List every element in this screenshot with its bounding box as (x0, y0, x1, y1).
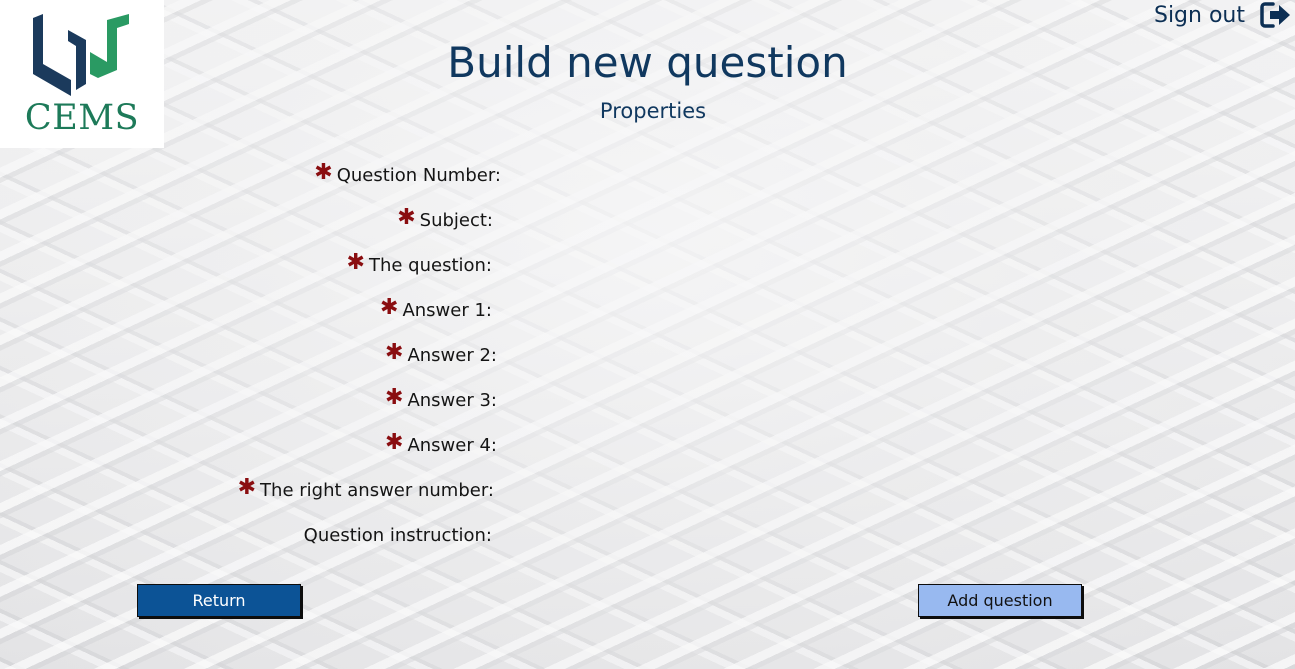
field-label: Answer 1: (402, 299, 492, 321)
field-answer-1: ✱ Answer 1: (380, 296, 492, 324)
page-title: Build new question (447, 38, 848, 87)
field-question-instruction: Question instruction: (304, 521, 492, 549)
required-icon: ✱ (346, 250, 365, 275)
add-question-button[interactable]: Add question (918, 584, 1082, 617)
field-label: Subject: (419, 209, 493, 231)
required-icon: ✱ (397, 205, 416, 230)
field-answer-4: ✱ Answer 4: (385, 431, 497, 459)
field-subject: ✱ Subject: (397, 206, 493, 234)
field-the-question: ✱ The question: (347, 251, 492, 279)
field-label: The question: (368, 254, 492, 276)
required-icon: ✱ (385, 385, 404, 410)
sign-out-button[interactable]: Sign out (1154, 0, 1293, 30)
field-label: The right answer number: (260, 479, 494, 501)
field-label: Answer 3: (407, 389, 497, 411)
field-label: Question Number: (336, 164, 501, 186)
required-icon: ✱ (380, 295, 399, 320)
field-label: Answer 4: (407, 434, 497, 456)
field-label: Answer 2: (407, 344, 497, 366)
required-icon: ✱ (314, 160, 333, 185)
sign-out-label: Sign out (1153, 2, 1245, 28)
sign-out-icon (1260, 2, 1290, 28)
required-icon: ✱ (385, 430, 404, 455)
required-icon: ✱ (385, 340, 404, 365)
field-answer-2: ✱ Answer 2: (385, 341, 497, 369)
field-question-number: ✱ Question Number: (314, 161, 501, 189)
required-icon: ✱ (237, 475, 257, 500)
return-button[interactable]: Return (137, 584, 301, 617)
page-subtitle: Properties (599, 99, 707, 123)
field-answer-3: ✱ Answer 3: (385, 386, 497, 414)
field-right-answer-number: ✱ The right answer number: (238, 476, 494, 504)
field-label: Question instruction: (303, 524, 492, 546)
